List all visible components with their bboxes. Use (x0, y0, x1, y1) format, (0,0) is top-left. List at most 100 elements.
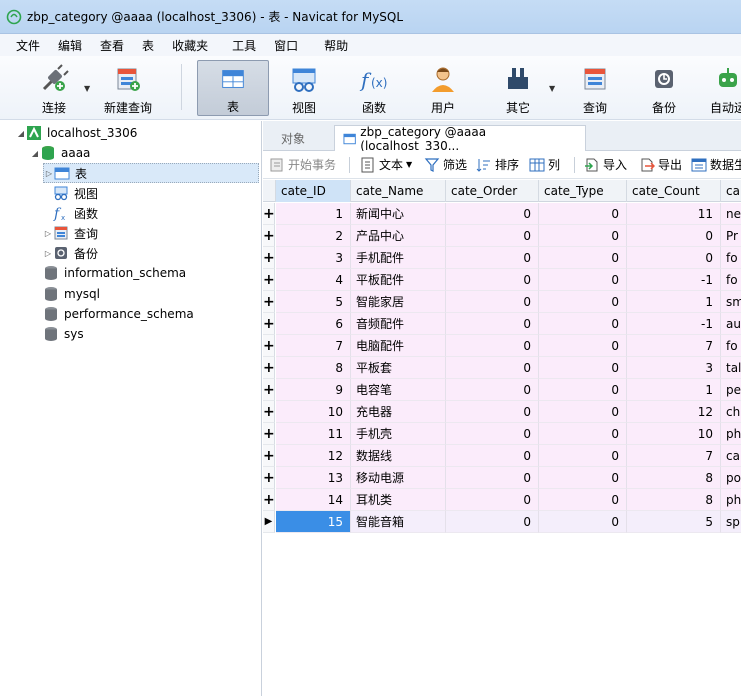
columns-button[interactable]: 列 (529, 156, 560, 173)
table-row[interactable]: +9 电容笔 0 0 1 pe (263, 379, 741, 401)
table-cell[interactable]: 0 (446, 445, 539, 467)
table-cell[interactable]: 音频配件 (351, 313, 446, 335)
table-cell[interactable]: 0 (539, 357, 627, 379)
table-cell[interactable]: 0 (627, 225, 721, 247)
menu-view[interactable]: 查看 (91, 37, 133, 54)
table-cell[interactable]: 7 (627, 335, 721, 357)
tab-objects[interactable]: 对象 (273, 125, 313, 151)
table-row[interactable]: +8 平板套 0 0 3 tal (263, 357, 741, 379)
table-row[interactable]: +7 电脑配件 0 0 7 fo (263, 335, 741, 357)
column-header[interactable]: cate_Name (351, 180, 446, 202)
table-cell[interactable]: 12 (276, 445, 351, 467)
row-marker-icon[interactable]: + (263, 269, 275, 291)
tree-database[interactable]: ◢ aaaa (30, 143, 90, 163)
table-cell[interactable]: 3 (276, 247, 351, 269)
row-marker-icon[interactable]: + (263, 247, 275, 269)
backup-button[interactable]: 备份 (644, 60, 684, 116)
tree-item-backups[interactable]: ▷ 备份 (43, 243, 98, 263)
table-cell[interactable]: Pr (721, 225, 741, 247)
row-marker-icon[interactable]: + (263, 445, 275, 467)
row-marker-icon[interactable]: + (263, 313, 275, 335)
table-cell[interactable]: 1 (627, 379, 721, 401)
table-cell[interactable]: 6 (276, 313, 351, 335)
table-cell[interactable]: 手机配件 (351, 247, 446, 269)
tree-item-functions[interactable]: f x 函数 (53, 203, 98, 223)
table-cell[interactable]: 耳机类 (351, 489, 446, 511)
tree-connection[interactable]: ◢ localhost_3306 (16, 123, 137, 143)
expand-arrow-icon[interactable]: ▷ (43, 249, 53, 258)
table-row[interactable]: +2 产品中心 0 0 0 Pr (263, 225, 741, 247)
table-cell[interactable]: 8 (627, 467, 721, 489)
collapse-arrow-icon[interactable]: ◢ (16, 129, 26, 138)
row-marker-icon[interactable]: + (263, 335, 275, 357)
user-button[interactable]: 用户 (423, 60, 463, 116)
table-row[interactable]: +4 平板配件 0 0 -1 fo (263, 269, 741, 291)
current-row-indicator-icon[interactable]: ▶ (263, 511, 275, 533)
table-cell[interactable]: 14 (276, 489, 351, 511)
table-cell[interactable]: 0 (446, 247, 539, 269)
row-marker-icon[interactable]: + (263, 423, 275, 445)
tree-item-views[interactable]: 视图 (53, 183, 98, 203)
other-button[interactable]: 其它 (498, 60, 538, 116)
row-marker-icon[interactable]: + (263, 401, 275, 423)
table-cell[interactable]: 5 (276, 291, 351, 313)
table-cell[interactable]: 0 (539, 269, 627, 291)
table-cell[interactable]: 0 (539, 203, 627, 225)
table-cell[interactable]: 电容笔 (351, 379, 446, 401)
table-cell[interactable]: tal (721, 357, 741, 379)
new-query-button[interactable]: 新建查询 (100, 60, 156, 116)
table-cell[interactable]: 0 (446, 423, 539, 445)
table-cell[interactable]: sm (721, 291, 741, 313)
table-cell[interactable]: 0 (446, 401, 539, 423)
menu-file[interactable]: 文件 (0, 37, 49, 54)
table-button[interactable]: 表 (197, 60, 269, 116)
function-button[interactable]: f (x) 函数 (354, 60, 394, 116)
table-cell[interactable]: 平板配件 (351, 269, 446, 291)
column-header[interactable]: cate_Type (539, 180, 627, 202)
table-cell[interactable]: 11 (276, 423, 351, 445)
column-header[interactable]: ca (721, 180, 741, 202)
table-cell[interactable]: 数据线 (351, 445, 446, 467)
table-cell[interactable]: 0 (539, 511, 627, 533)
connect-dropdown-icon[interactable]: ▼ (84, 84, 90, 93)
table-row[interactable]: +14 耳机类 0 0 8 ph (263, 489, 741, 511)
data-generate-button[interactable]: 数据生 (691, 156, 741, 173)
table-cell[interactable]: 产品中心 (351, 225, 446, 247)
table-cell[interactable]: 充电器 (351, 401, 446, 423)
table-cell[interactable]: 手机壳 (351, 423, 446, 445)
table-cell[interactable]: ph (721, 489, 741, 511)
table-cell[interactable]: ph (721, 423, 741, 445)
table-cell[interactable]: 新闻中心 (351, 203, 446, 225)
table-cell[interactable]: 0 (446, 291, 539, 313)
text-dropdown-icon[interactable]: ▼ (406, 160, 412, 169)
column-header[interactable]: cate_Order (446, 180, 539, 202)
table-cell[interactable]: 0 (446, 335, 539, 357)
table-cell[interactable]: 3 (627, 357, 721, 379)
table-cell[interactable]: 0 (539, 335, 627, 357)
table-cell[interactable]: sp (721, 511, 741, 533)
table-cell[interactable]: 0 (446, 489, 539, 511)
table-cell[interactable]: 7 (276, 335, 351, 357)
table-cell[interactable]: 0 (446, 269, 539, 291)
menu-window[interactable]: 窗口 (265, 37, 307, 54)
export-button[interactable]: 导出 (639, 156, 682, 173)
table-cell[interactable]: 平板套 (351, 357, 446, 379)
table-cell[interactable]: 0 (446, 357, 539, 379)
table-cell[interactable]: 4 (276, 269, 351, 291)
table-cell[interactable]: 0 (539, 225, 627, 247)
table-cell[interactable]: 0 (446, 467, 539, 489)
table-cell[interactable]: 0 (539, 291, 627, 313)
tree-item-queries[interactable]: ▷ 查询 (43, 223, 98, 243)
table-row[interactable]: ▶ 15 智能音箱 0 0 5 sp (263, 511, 741, 533)
menu-help[interactable]: 帮助 (315, 37, 357, 54)
table-cell[interactable]: 0 (446, 225, 539, 247)
menu-table[interactable]: 表 (133, 37, 163, 54)
other-dropdown-icon[interactable]: ▼ (549, 84, 555, 93)
table-cell[interactable]: 8 (627, 489, 721, 511)
menu-favorites[interactable]: 收藏夹 (163, 37, 217, 54)
table-cell[interactable]: 2 (276, 225, 351, 247)
column-header[interactable]: cate_ID (276, 180, 351, 202)
sort-button[interactable]: 排序 (476, 156, 519, 173)
table-cell[interactable]: fo (721, 269, 741, 291)
table-cell[interactable]: 15 (276, 511, 351, 533)
